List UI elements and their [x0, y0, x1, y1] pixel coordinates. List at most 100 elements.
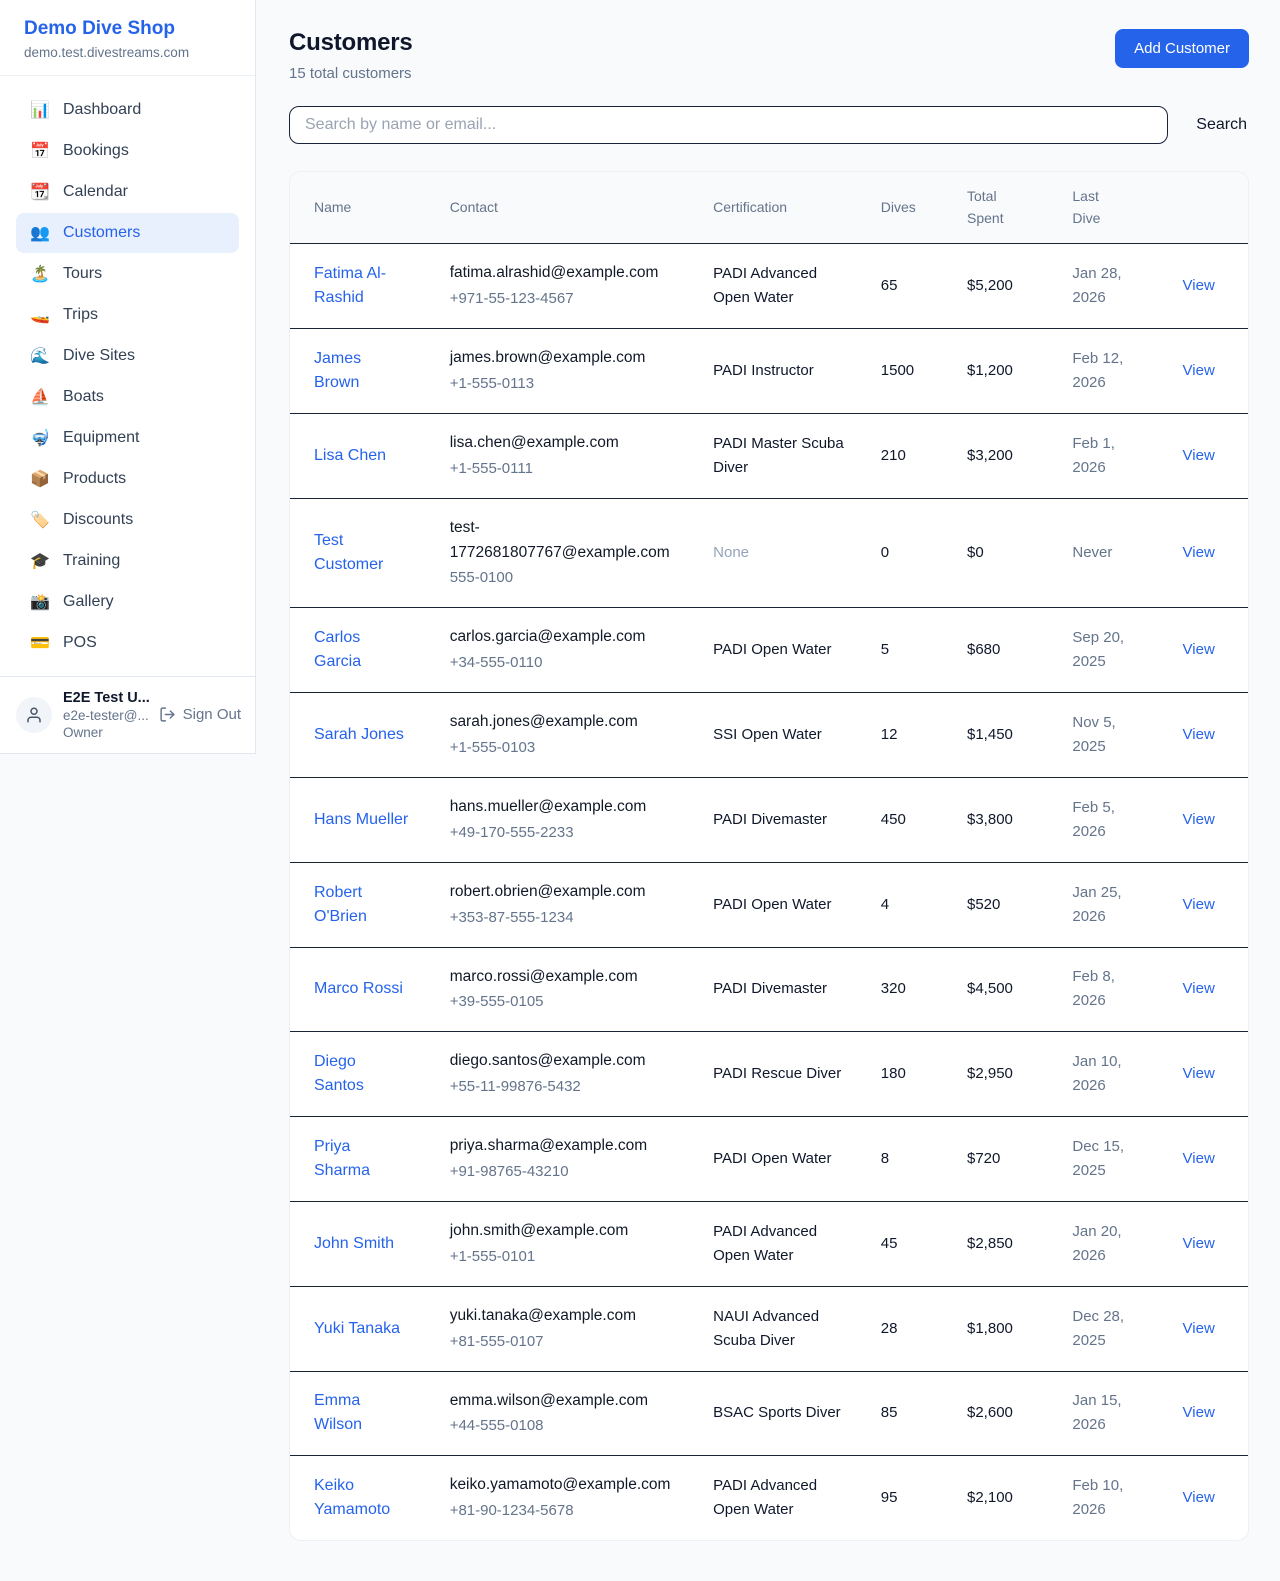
customer-certification: SSI Open Water — [697, 693, 865, 778]
sidebar-item-pos[interactable]: 💳 POS — [16, 623, 239, 663]
page-header: Customers 15 total customers Add Custome… — [289, 29, 1249, 82]
customer-name-link[interactable]: Priya Sharma — [314, 1135, 410, 1183]
add-customer-button[interactable]: Add Customer — [1115, 29, 1249, 68]
customer-phone: 555-0100 — [450, 566, 681, 590]
table-row: Lisa Chen lisa.chen@example.com +1-555-0… — [290, 413, 1248, 498]
customer-name-link[interactable]: Diego Santos — [314, 1050, 410, 1098]
customer-certification: PADI Divemaster — [697, 777, 865, 862]
customer-dives: 85 — [865, 1371, 951, 1456]
column-header-total-spent: Total Spent — [951, 172, 1056, 244]
sidebar-item-equipment[interactable]: 🤿 Equipment — [16, 418, 239, 458]
customer-name-link[interactable]: John Smith — [314, 1232, 394, 1256]
customer-name-link[interactable]: Yuki Tanaka — [314, 1317, 400, 1341]
customer-name-link[interactable]: Hans Mueller — [314, 808, 408, 832]
customer-last-dive: Jan 28, 2026 — [1056, 244, 1166, 329]
page-heading-group: Customers 15 total customers — [289, 29, 413, 82]
sidebar-item-tours[interactable]: 🏝️ Tours — [16, 254, 239, 294]
view-customer-link[interactable]: View — [1183, 896, 1215, 913]
sidebar-item-products[interactable]: 📦 Products — [16, 459, 239, 499]
table-row: Priya Sharma priya.sharma@example.com +9… — [290, 1117, 1248, 1202]
customer-email: sarah.jones@example.com — [450, 710, 681, 735]
customer-total-spent: $3,200 — [951, 413, 1056, 498]
credit-card-icon: 💳 — [30, 633, 50, 653]
sidebar-item-label: Tours — [63, 265, 102, 283]
sidebar-item-label: Trips — [63, 306, 98, 324]
customer-total-spent: $0 — [951, 498, 1056, 608]
view-customer-link[interactable]: View — [1183, 1150, 1215, 1167]
customer-email: test-1772681807767@example.com — [450, 516, 681, 566]
customer-name-link[interactable]: Test Customer — [314, 529, 410, 577]
customer-certification: PADI Rescue Diver — [697, 1032, 865, 1117]
customer-certification: PADI Advanced Open Water — [697, 1456, 865, 1540]
view-customer-link[interactable]: View — [1183, 1320, 1215, 1337]
sidebar-item-discounts[interactable]: 🏷️ Discounts — [16, 500, 239, 540]
view-customer-link[interactable]: View — [1183, 544, 1215, 561]
sidebar-item-dashboard[interactable]: 📊 Dashboard — [16, 90, 239, 130]
customer-last-dive: Dec 15, 2025 — [1056, 1117, 1166, 1202]
customer-name-link[interactable]: James Brown — [314, 347, 410, 395]
customer-dives: 180 — [865, 1032, 951, 1117]
customer-total-spent: $720 — [951, 1117, 1056, 1202]
view-customer-link[interactable]: View — [1183, 1235, 1215, 1252]
search-button[interactable]: Search — [1194, 112, 1249, 138]
sidebar-item-boats[interactable]: ⛵ Boats — [16, 377, 239, 417]
customer-name-link[interactable]: Lisa Chen — [314, 444, 386, 468]
customer-name-link[interactable]: Sarah Jones — [314, 723, 404, 747]
view-customer-link[interactable]: View — [1183, 726, 1215, 743]
customer-name-link[interactable]: Fatima Al-Rashid — [314, 262, 410, 310]
table-header: Name Contact Certification Dives Total S… — [290, 172, 1248, 244]
table-row: Sarah Jones sarah.jones@example.com +1-5… — [290, 693, 1248, 778]
user-role: Owner — [63, 725, 148, 740]
customer-certification: PADI Advanced Open Water — [697, 1201, 865, 1286]
customer-name-link[interactable]: Marco Rossi — [314, 977, 403, 1001]
customer-name-link[interactable]: Robert O'Brien — [314, 881, 410, 929]
sailboat-icon: ⛵ — [30, 387, 50, 407]
customer-phone: +1-555-0113 — [450, 372, 681, 396]
bar-chart-icon: 📊 — [30, 100, 50, 120]
view-customer-link[interactable]: View — [1183, 1489, 1215, 1506]
search-input[interactable] — [289, 106, 1168, 144]
sidebar-item-gallery[interactable]: 📸 Gallery — [16, 582, 239, 622]
sidebar-item-customers[interactable]: 👥 Customers — [16, 213, 239, 253]
sidebar-item-label: Boats — [63, 388, 104, 406]
view-customer-link[interactable]: View — [1183, 811, 1215, 828]
customer-last-dive: Feb 10, 2026 — [1056, 1456, 1166, 1540]
customer-phone: +81-555-0107 — [450, 1330, 681, 1354]
customer-total-spent: $5,200 — [951, 244, 1056, 329]
sign-out-button[interactable]: Sign Out — [159, 706, 241, 723]
view-customer-link[interactable]: View — [1183, 1065, 1215, 1082]
customer-phone: +1-555-0103 — [450, 736, 681, 760]
main-content: Customers 15 total customers Add Custome… — [256, 0, 1280, 1581]
table-row: Fatima Al-Rashid fatima.alrashid@example… — [290, 244, 1248, 329]
view-customer-link[interactable]: View — [1183, 362, 1215, 379]
sidebar-item-calendar[interactable]: 📆 Calendar — [16, 172, 239, 212]
customer-phone: +55-11-99876-5432 — [450, 1075, 681, 1099]
customer-name-link[interactable]: Carlos Garcia — [314, 626, 410, 674]
view-customer-link[interactable]: View — [1183, 641, 1215, 658]
sidebar-item-bookings[interactable]: 📅 Bookings — [16, 131, 239, 171]
view-customer-link[interactable]: View — [1183, 277, 1215, 294]
sidebar-item-label: Bookings — [63, 142, 129, 160]
sidebar-item-label: Products — [63, 470, 126, 488]
view-customer-link[interactable]: View — [1183, 1404, 1215, 1421]
customer-last-dive: Feb 8, 2026 — [1056, 947, 1166, 1032]
customer-name-link[interactable]: Keiko Yamamoto — [314, 1474, 410, 1522]
sidebar-item-dive-sites[interactable]: 🌊 Dive Sites — [16, 336, 239, 376]
island-icon: 🏝️ — [30, 264, 50, 284]
sidebar-item-training[interactable]: 🎓 Training — [16, 541, 239, 581]
table-row: Test Customer test-1772681807767@example… — [290, 498, 1248, 608]
customer-email: lisa.chen@example.com — [450, 431, 681, 456]
table-row: Diego Santos diego.santos@example.com +5… — [290, 1032, 1248, 1117]
customer-certification: PADI Open Water — [697, 862, 865, 947]
table-row: James Brown james.brown@example.com +1-5… — [290, 329, 1248, 414]
sidebar-item-label: Discounts — [63, 511, 133, 529]
sidebar-item-trips[interactable]: 🚤 Trips — [16, 295, 239, 335]
sidebar-item-label: Gallery — [63, 593, 114, 611]
search-row: Search — [289, 106, 1249, 144]
view-customer-link[interactable]: View — [1183, 980, 1215, 997]
view-customer-link[interactable]: View — [1183, 447, 1215, 464]
shop-name: Demo Dive Shop — [24, 17, 231, 42]
page-title: Customers — [289, 29, 413, 57]
customer-name-link[interactable]: Emma Wilson — [314, 1389, 410, 1437]
customer-dives: 450 — [865, 777, 951, 862]
